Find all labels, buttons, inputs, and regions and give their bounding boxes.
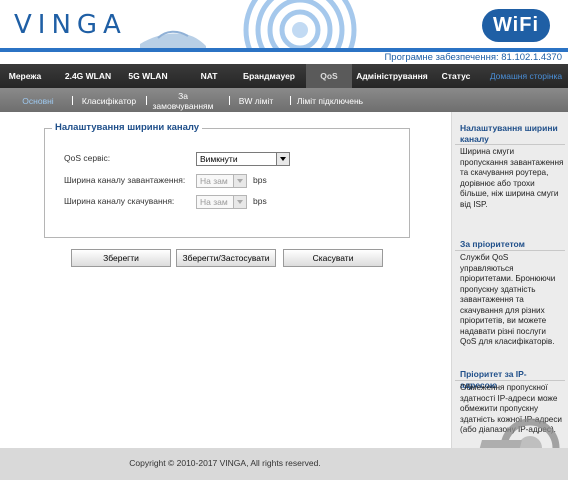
nav-status[interactable]: Статус: [436, 64, 476, 88]
subnav-basic[interactable]: Основні: [18, 96, 58, 106]
subnav-separator: [229, 96, 230, 105]
download-bandwidth-label: Ширина каналу скачування:: [64, 196, 175, 206]
cancel-button[interactable]: Скасувати: [283, 249, 383, 267]
download-bandwidth-select[interactable]: На зам: [196, 195, 247, 209]
upload-unit: bps: [253, 175, 267, 185]
download-unit: bps: [253, 196, 267, 206]
upload-bandwidth-select[interactable]: На зам: [196, 174, 247, 188]
qos-service-select[interactable]: Вимкнути: [196, 152, 290, 166]
copyright-text: Copyright © 2010-2017 VINGA, All rights …: [129, 458, 321, 468]
nav-administration[interactable]: Адміністрування: [354, 64, 430, 88]
nav-qos[interactable]: QoS: [306, 64, 352, 88]
chevron-down-icon: [233, 196, 246, 208]
panel-title: Налаштування ширини каналу: [52, 122, 203, 133]
save-apply-button[interactable]: Зберегти/Застосувати: [176, 249, 276, 267]
subnav-default-line2: замовчуванням: [152, 101, 214, 111]
qos-service-label: QoS сервіс:: [64, 153, 111, 163]
download-bandwidth-value: На зам: [200, 197, 228, 207]
sub-nav: Основні Класифікатор За замовчуванням BW…: [0, 88, 568, 112]
help-priority-text: Служби QoS управляються пріоритетами. Бр…: [460, 253, 556, 346]
subnav-default-line1: За: [178, 91, 188, 101]
subnav-classifier[interactable]: Класифікатор: [78, 96, 140, 106]
wifi-logo: WiFi: [482, 9, 550, 42]
nav-24g-wlan[interactable]: 2.4G WLAN: [62, 64, 114, 88]
nav-firewall[interactable]: Брандмауер: [238, 64, 300, 88]
header: VINGA WiFi: [0, 0, 568, 52]
nav-nat[interactable]: NAT: [194, 64, 224, 88]
help-divider: [455, 380, 565, 381]
help-divider: [455, 144, 565, 145]
help-bandwidth-text: Ширина смуги пропускання завантаження та…: [460, 147, 564, 209]
chevron-down-icon: [276, 153, 289, 165]
help-divider: [455, 250, 565, 251]
nav-home-link[interactable]: Домашня сторінка: [484, 64, 568, 88]
subnav-separator: [146, 96, 147, 105]
firmware-version: Програмне забезпечення: 81.102.1.4370: [384, 52, 562, 63]
save-button[interactable]: Зберегти: [71, 249, 171, 267]
nav-5g-wlan[interactable]: 5G WLAN: [125, 64, 171, 88]
subnav-bw-limit[interactable]: BW ліміт: [234, 96, 278, 106]
wireless-waves-graphic: [243, 0, 357, 52]
subnav-separator: [72, 96, 73, 105]
subnav-connection-limit[interactable]: Ліміт підключень: [294, 96, 366, 106]
help-bandwidth-title: Налаштування ширини каналу: [460, 123, 558, 144]
nav-network[interactable]: Мережа: [6, 64, 44, 88]
main-nav: Мережа 2.4G WLAN 5G WLAN NAT Брандмауер …: [0, 64, 568, 88]
qos-service-value: Вимкнути: [200, 154, 238, 164]
subnav-default[interactable]: За замовчуванням: [150, 91, 216, 111]
upload-bandwidth-label: Ширина каналу завантаження:: [64, 175, 186, 185]
help-priority-title: За пріоритетом: [460, 239, 525, 249]
upload-bandwidth-value: На зам: [200, 176, 228, 186]
vinga-logo: VINGA: [14, 10, 127, 40]
chevron-down-icon: [233, 175, 246, 187]
subnav-separator: [290, 96, 291, 105]
hand-graphic: [140, 30, 206, 50]
